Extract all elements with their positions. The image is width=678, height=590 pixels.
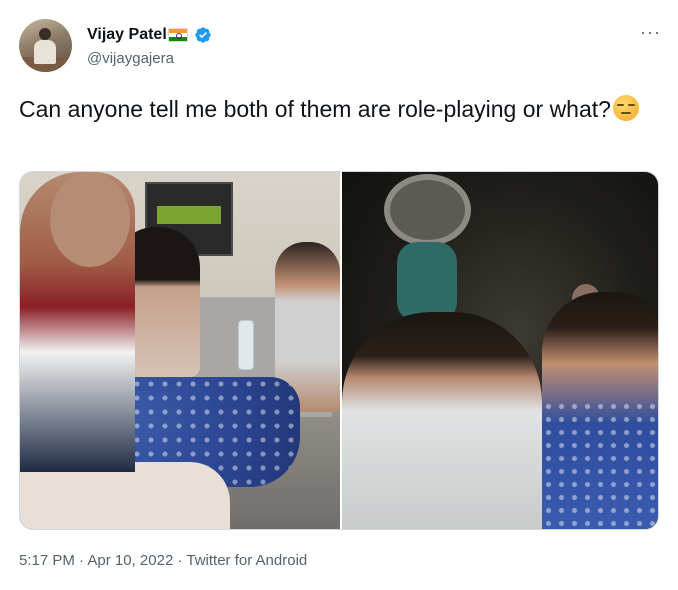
water-bottle xyxy=(238,320,254,370)
tweet-text: Can anyone tell me both of them are role… xyxy=(19,94,659,125)
verified-badge-icon xyxy=(195,27,211,43)
person-background xyxy=(397,242,457,322)
avatar[interactable] xyxy=(19,19,72,72)
tweet-source: Twitter for Android xyxy=(186,552,308,569)
meta-separator: · xyxy=(74,552,88,569)
tweet-time[interactable]: 5:17 PM xyxy=(19,552,75,569)
tweet: Vijay Patel @vijaygajera ··· Can anyone … xyxy=(0,0,678,590)
tweet-text-body: Can anyone tell me both of them are role… xyxy=(19,96,611,122)
person-woman-blue-shirt xyxy=(542,292,658,529)
avatar-figure-head xyxy=(39,28,51,40)
author-name-row: Vijay Patel xyxy=(87,24,212,46)
metal-plate xyxy=(384,174,471,246)
photo-night-crowd[interactable] xyxy=(342,172,658,529)
author-name[interactable]: Vijay Patel xyxy=(87,26,167,44)
person-man-head xyxy=(50,172,130,267)
media-grid xyxy=(19,171,659,530)
face-with-head-bandage-emoji xyxy=(612,95,639,121)
person-woman-white-top xyxy=(342,312,542,529)
more-options-icon[interactable]: ··· xyxy=(640,23,661,41)
meta-separator: · xyxy=(173,552,187,569)
india-flag-icon xyxy=(167,28,188,42)
bed-sheet xyxy=(20,462,230,529)
tweet-date[interactable]: Apr 10, 2022 xyxy=(87,552,173,569)
avatar-figure-body xyxy=(34,40,56,64)
photo-hospital[interactable] xyxy=(20,172,340,529)
tweet-meta: 5:17 PM · Apr 10, 2022 · Twitter for And… xyxy=(19,551,307,571)
author-handle[interactable]: @vijaygajera xyxy=(87,50,174,67)
